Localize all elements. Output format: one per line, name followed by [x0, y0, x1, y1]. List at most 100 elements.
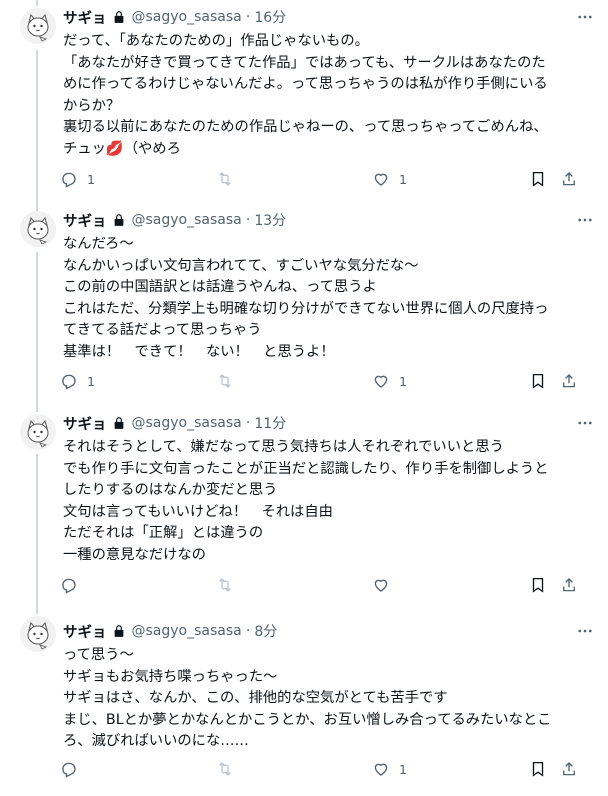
bookmark-button[interactable] [529, 372, 547, 390]
more-icon[interactable] [574, 209, 596, 231]
display-name[interactable]: サギョ [63, 621, 107, 642]
like-count: 1 [399, 171, 407, 187]
reply-icon [62, 374, 76, 390]
retweet-button[interactable] [216, 372, 243, 390]
share-icon [563, 374, 575, 388]
timestamp[interactable]: 11分 [254, 413, 286, 433]
bookmark-icon [532, 373, 544, 389]
tweet-actions [60, 576, 588, 598]
like-count: 1 [399, 373, 407, 389]
tweet-line: サギョもお気持ち喋っちゃった～ [63, 668, 278, 685]
tweet-line: てきてる話だよって思っちゃう [63, 322, 262, 338]
tweet-text: それはそうとして、嫌だなって思う気持ちは人それぞれでいいと思う でも作り手に文句… [63, 437, 596, 566]
retweet-button[interactable] [216, 576, 243, 594]
separator-dot: · [245, 9, 251, 25]
tweet-line: 裏切る以前にあなたのための作品じゃねーの、って思っちゃってごめんね、 [63, 119, 548, 135]
separator-dot: · [245, 623, 251, 639]
timestamp[interactable]: 13分 [254, 210, 286, 230]
bookmark-icon [532, 171, 544, 187]
tweet-line: からか？ [63, 97, 121, 114]
user-handle[interactable]: @sagyo_sasasa [132, 212, 242, 228]
tweet[interactable]: サギョ @sagyo_sasasa · 13分 なんだろ～ なんかいっぱい文句言… [0, 203, 608, 403]
avatar[interactable] [20, 8, 56, 44]
avatar[interactable] [20, 211, 56, 247]
share-button[interactable] [560, 170, 578, 188]
tweet-line: それはそうとして、嫌だなって思う気持ちは人それぞれでいいと思う [63, 439, 504, 455]
share-icon [563, 762, 575, 776]
display-name[interactable]: サギョ [63, 7, 107, 28]
tweet[interactable]: サギョ @sagyo_sasasa · 8分 って思う～ サギョもお気持ち喋っち… [0, 608, 608, 796]
reply-button[interactable] [60, 576, 87, 594]
tweet-line: ただそれは「正解」とは違うの [63, 525, 264, 541]
tweet[interactable]: サギョ @sagyo_sasasa · 11分 それはそうとして、嫌だなって思う… [0, 406, 608, 606]
more-icon[interactable] [574, 6, 596, 28]
reply-button[interactable]: 1 [60, 170, 95, 188]
share-button[interactable] [560, 372, 578, 390]
avatar-cat-icon [20, 211, 56, 247]
tweet-line: 「あなたが好きで買ってきてた作品」ではあっても、サークルはあなたのた [63, 54, 546, 71]
display-name[interactable]: サギョ [63, 210, 107, 231]
avatar-cat-icon [20, 616, 56, 652]
reply-icon [62, 578, 76, 594]
bookmark-button[interactable] [529, 576, 547, 594]
like-icon [374, 375, 388, 388]
tweet-text: だって、「あなたのための」作品じゃないもの。 「あなたが好きで買ってきてた作品」… [63, 31, 596, 160]
reply-count: 1 [87, 171, 95, 187]
avatar[interactable] [20, 616, 56, 652]
avatar[interactable] [20, 414, 56, 450]
share-button[interactable] [560, 576, 578, 594]
reply-button[interactable] [60, 760, 87, 778]
like-icon [374, 173, 388, 186]
tweet[interactable]: サギョ @sagyo_sasasa · 16分 だって、「あなたのための」作品じ… [0, 0, 608, 200]
display-name[interactable]: サギョ [63, 413, 107, 434]
lock-icon [114, 214, 123, 226]
tweet-line: ろ、滅びればいいのにな…… [63, 733, 249, 749]
more-icon[interactable] [574, 412, 596, 434]
tweet-line: この前の中国語訳とは話違うやんね、って思うよ [63, 279, 377, 295]
like-button[interactable]: 1 [372, 372, 407, 390]
bookmark-button[interactable] [529, 760, 547, 778]
reply-icon [62, 762, 76, 778]
tweet-line: まじ、BLとか夢とかなんとかこうとか、お互い憎しみ合ってるみたいなとこ [63, 711, 552, 728]
bookmark-button[interactable] [529, 170, 547, 188]
retweet-button[interactable] [216, 760, 243, 778]
tweet-line: チュッ💋（やめろ [63, 140, 181, 157]
tweet-text: って思う～ サギョもお気持ち喋っちゃった～ サギョはさ、なんか、この、排他的な空… [63, 645, 596, 753]
retweet-icon [219, 762, 231, 776]
reply-count: 1 [87, 373, 95, 389]
tweet-line: でも作り手に文句言ったことが正当だと認識したり、作り手を制御しようと [63, 460, 549, 477]
lock-icon [114, 625, 123, 637]
tweet-line: 基準は！ できて！ ない！ と思うよ！ [63, 343, 335, 360]
bookmark-icon [532, 577, 544, 593]
tweet-actions: 1 [60, 760, 588, 782]
tweet-actions: 1 1 [60, 372, 588, 394]
share-icon [563, 578, 575, 592]
separator-dot: · [245, 212, 251, 228]
timestamp[interactable]: 16分 [254, 7, 286, 27]
bookmark-icon [532, 761, 544, 777]
retweet-icon [219, 374, 231, 388]
like-button[interactable]: 1 [372, 760, 407, 778]
like-button[interactable]: 1 [372, 170, 407, 188]
retweet-button[interactable] [216, 170, 243, 188]
retweet-icon [219, 172, 231, 186]
user-handle[interactable]: @sagyo_sasasa [132, 9, 242, 25]
retweet-icon [219, 578, 231, 592]
more-icon[interactable] [574, 620, 596, 642]
user-handle[interactable]: @sagyo_sasasa [132, 623, 242, 639]
tweet-line: なんだろ～ [63, 236, 134, 252]
tweet-line: だって、「あなたのための」作品じゃないもの。 [63, 33, 369, 49]
reply-button[interactable]: 1 [60, 372, 95, 390]
timestamp[interactable]: 8分 [254, 621, 277, 641]
tweet-header: サギョ @sagyo_sasasa · 13分 [63, 209, 596, 231]
tweet-text: なんだろ～ なんかいっぱい文句言われてて、すごいヤな気分だな～ この前の中国語訳… [63, 234, 596, 363]
user-handle[interactable]: @sagyo_sasasa [132, 415, 242, 431]
like-count: 1 [399, 761, 407, 777]
avatar-cat-icon [20, 8, 56, 44]
tweet-line: なんかいっぱい文句言われてて、すごいヤな気分だな～ [63, 257, 419, 274]
like-icon [374, 763, 388, 776]
lock-icon [114, 11, 123, 23]
tweet-actions: 1 1 [60, 170, 588, 192]
like-button[interactable] [372, 576, 399, 594]
share-button[interactable] [560, 760, 578, 778]
